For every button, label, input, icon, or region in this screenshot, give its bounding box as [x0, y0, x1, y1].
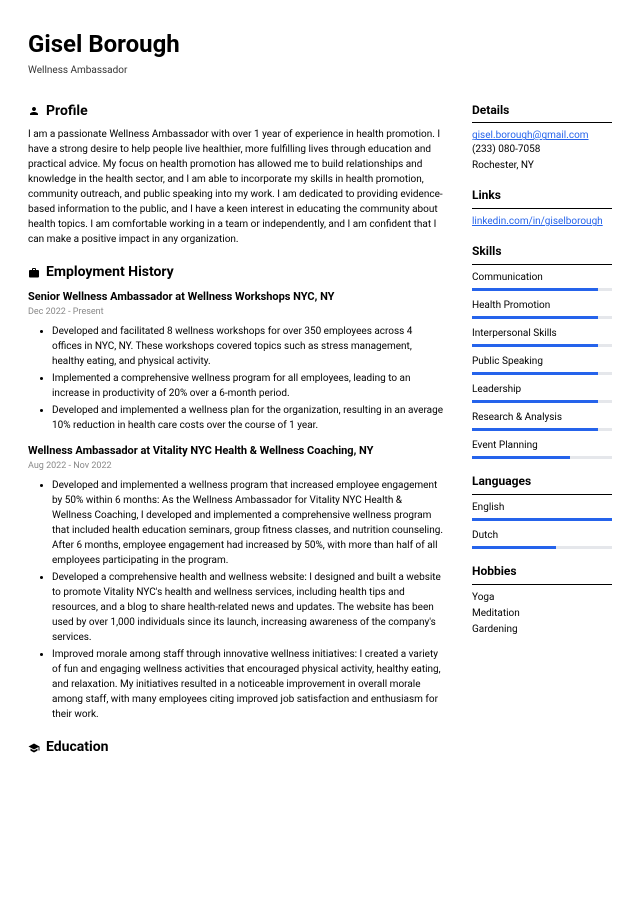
employment-heading: Employment History	[46, 263, 174, 283]
details-heading: Details	[472, 102, 612, 119]
job-bullet: Implemented a comprehensive wellness pro…	[52, 371, 444, 401]
skill-label: Communication	[472, 271, 612, 285]
skill-bar	[472, 428, 612, 431]
location-text: Rochester, NY	[472, 159, 612, 173]
hobby-item: Gardening	[472, 623, 612, 637]
skill-label: Event Planning	[472, 439, 612, 453]
employment-section: Employment History Senior Wellness Ambas…	[28, 263, 444, 722]
linkedin-link[interactable]: linkedin.com/in/giselborough	[472, 216, 603, 227]
profile-heading: Profile	[46, 102, 88, 122]
skill-fill	[472, 288, 598, 291]
language-label: English	[472, 501, 612, 515]
hobby-item: Yoga	[472, 591, 612, 605]
language-item: English	[472, 501, 612, 521]
job-bullet: Developed and facilitated 8 wellness wor…	[52, 324, 444, 369]
language-fill	[472, 518, 612, 521]
resume-header: Gisel Borough Wellness Ambassador	[28, 28, 612, 78]
skill-label: Leadership	[472, 383, 612, 397]
email-link[interactable]: gisel.borough@gmail.com	[472, 130, 589, 141]
skill-item: Communication	[472, 271, 612, 291]
languages-section: Languages English Dutch	[472, 473, 612, 549]
job-bullet: Developed a comprehensive health and wel…	[52, 570, 444, 645]
divider	[472, 584, 612, 585]
job-bullet: Improved morale among staff through inno…	[52, 647, 444, 722]
skill-fill	[472, 372, 598, 375]
person-title: Wellness Ambassador	[28, 64, 612, 78]
skill-fill	[472, 316, 598, 319]
skill-fill	[472, 344, 598, 347]
language-bar	[472, 546, 612, 549]
resume-body: Profile I am a passionate Wellness Ambas…	[28, 102, 612, 774]
language-bar	[472, 518, 612, 521]
job-title: Wellness Ambassador at Vitality NYC Heal…	[28, 443, 444, 458]
details-section: Details gisel.borough@gmail.com (233) 08…	[472, 102, 612, 174]
skill-fill	[472, 400, 598, 403]
language-item: Dutch	[472, 529, 612, 549]
skill-bar	[472, 372, 612, 375]
job-bullet: Developed and implemented a wellness pla…	[52, 403, 444, 433]
graduation-cap-icon	[28, 742, 40, 754]
skill-bar	[472, 344, 612, 347]
skills-heading: Skills	[472, 243, 612, 260]
skill-item: Interpersonal Skills	[472, 327, 612, 347]
job-dates: Dec 2022 - Present	[28, 306, 444, 319]
side-column: Details gisel.borough@gmail.com (233) 08…	[472, 102, 612, 774]
profile-section: Profile I am a passionate Wellness Ambas…	[28, 102, 444, 248]
links-section: Links linkedin.com/in/giselborough	[472, 187, 612, 229]
job-bullets: Developed and implemented a wellness pro…	[28, 478, 444, 722]
links-heading: Links	[472, 187, 612, 204]
skill-fill	[472, 428, 598, 431]
skill-label: Research & Analysis	[472, 411, 612, 425]
skills-section: Skills Communication Health Promotion Inte…	[472, 243, 612, 459]
hobbies-heading: Hobbies	[472, 563, 612, 580]
main-column: Profile I am a passionate Wellness Ambas…	[28, 102, 444, 774]
hobby-item: Meditation	[472, 607, 612, 621]
job-dates: Aug 2022 - Nov 2022	[28, 460, 444, 473]
skill-fill	[472, 456, 570, 459]
briefcase-icon	[28, 267, 40, 279]
person-icon	[28, 105, 40, 117]
skill-bar	[472, 400, 612, 403]
education-section: Education	[28, 738, 444, 758]
skill-bar	[472, 288, 612, 291]
job-title: Senior Wellness Ambassador at Wellness W…	[28, 289, 444, 304]
divider	[472, 494, 612, 495]
skill-bar	[472, 456, 612, 459]
skill-item: Leadership	[472, 383, 612, 403]
skill-item: Research & Analysis	[472, 411, 612, 431]
job-entry: Wellness Ambassador at Vitality NYC Heal…	[28, 443, 444, 722]
skill-item: Event Planning	[472, 439, 612, 459]
person-name: Gisel Borough	[28, 28, 612, 62]
divider	[472, 264, 612, 265]
education-heading: Education	[46, 738, 108, 758]
language-label: Dutch	[472, 529, 612, 543]
skill-item: Public Speaking	[472, 355, 612, 375]
job-entry: Senior Wellness Ambassador at Wellness W…	[28, 289, 444, 433]
job-bullets: Developed and facilitated 8 wellness wor…	[28, 324, 444, 433]
skill-label: Public Speaking	[472, 355, 612, 369]
skill-bar	[472, 316, 612, 319]
hobbies-section: Hobbies Yoga Meditation Gardening	[472, 563, 612, 637]
profile-text: I am a passionate Wellness Ambassador wi…	[28, 127, 444, 247]
divider	[472, 208, 612, 209]
skill-item: Health Promotion	[472, 299, 612, 319]
job-bullet: Developed and implemented a wellness pro…	[52, 478, 444, 568]
skill-label: Interpersonal Skills	[472, 327, 612, 341]
language-fill	[472, 546, 556, 549]
divider	[472, 122, 612, 123]
phone-text: (233) 080-7058	[472, 143, 612, 157]
skill-label: Health Promotion	[472, 299, 612, 313]
languages-heading: Languages	[472, 473, 612, 490]
